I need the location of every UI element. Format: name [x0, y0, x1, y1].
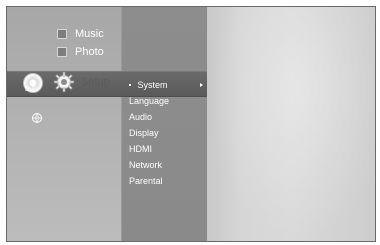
submenu-item-display[interactable]: Display: [122, 125, 207, 141]
music-note-icon: [57, 29, 67, 39]
setup-submenu: System Language Audio Display HDMI Netwo…: [122, 77, 207, 189]
menu-item-music-label: Music: [75, 28, 104, 40]
screen: Music Photo DVD Setup System Language Au…: [0, 0, 380, 245]
globe-icon[interactable]: [31, 112, 43, 124]
preview-panel: [207, 7, 375, 241]
submenu-item-audio[interactable]: Audio: [122, 109, 207, 125]
submenu-item-hdmi-label: HDMI: [129, 144, 152, 154]
submenu-item-system-label: System: [137, 80, 168, 90]
submenu-item-network-label: Network: [129, 160, 163, 170]
submenu-item-hdmi[interactable]: HDMI: [122, 141, 207, 157]
chevron-right-icon: [200, 83, 203, 87]
photo-icon: [57, 47, 67, 57]
submenu-item-system[interactable]: System: [122, 77, 207, 93]
menu-item-music[interactable]: Music: [57, 26, 104, 42]
submenu-item-parental[interactable]: Parental: [122, 173, 207, 189]
menu-item-photo-label: Photo: [75, 46, 104, 58]
gear-icon: [54, 72, 74, 92]
submenu-item-audio-label: Audio: [129, 112, 153, 122]
submenu-item-network[interactable]: Network: [122, 157, 207, 173]
dvd-badge: DVD: [25, 87, 39, 93]
setup-label: Setup: [81, 76, 110, 88]
selected-bullet: [129, 83, 131, 86]
submenu-item-language-label: Language: [129, 96, 170, 106]
menu-item-photo[interactable]: Photo: [57, 44, 104, 60]
submenu-item-language[interactable]: Language: [122, 93, 207, 109]
left-panel: [7, 7, 121, 241]
submenu-item-parental-label: Parental: [129, 176, 163, 186]
menu-frame: Music Photo DVD Setup System Language Au…: [6, 6, 376, 242]
submenu-item-display-label: Display: [129, 128, 159, 138]
